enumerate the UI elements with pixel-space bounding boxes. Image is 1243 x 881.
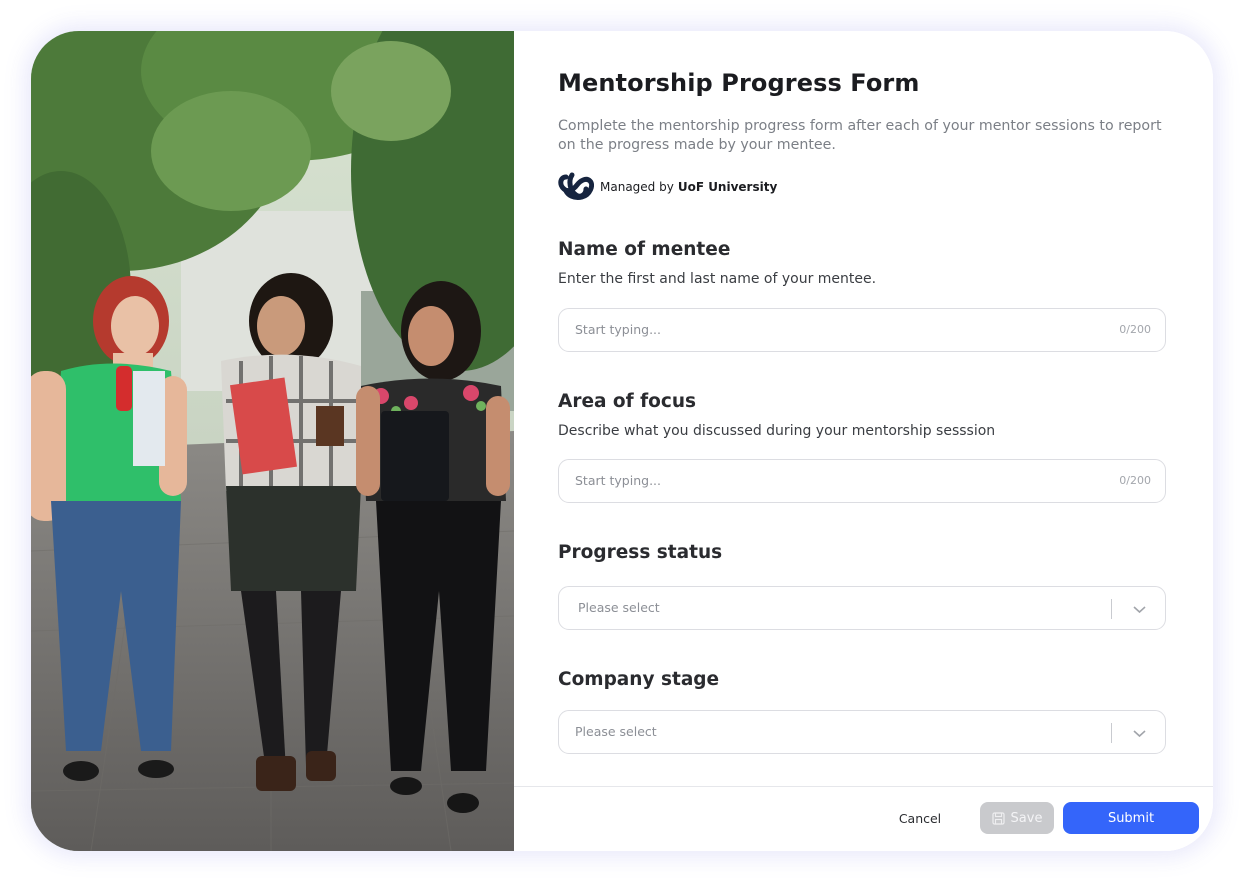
uof-logo-icon	[558, 172, 594, 200]
form-description: Complete the mentorship progress form af…	[558, 118, 1162, 153]
progress-status-placeholder: Please select	[578, 600, 660, 615]
progress-status-select[interactable]: Please select	[558, 586, 1166, 630]
area-of-focus-input[interactable]: Start typing... 0/200	[558, 459, 1166, 503]
submit-button[interactable]: Submit	[1063, 802, 1199, 834]
field-label-area-of-focus: Area of focus	[558, 391, 697, 412]
mentee-name-counter: 0/200	[1119, 323, 1151, 336]
select-divider	[1111, 723, 1112, 743]
cancel-button[interactable]: Cancel	[892, 802, 948, 834]
hero-photo	[31, 31, 514, 851]
area-of-focus-placeholder: Start typing...	[575, 473, 661, 488]
chevron-down-icon[interactable]	[1132, 602, 1147, 617]
floppy-disk-icon	[991, 811, 1005, 825]
field-label-company-stage: Company stage	[558, 669, 720, 690]
company-stage-select[interactable]: Please select	[558, 710, 1166, 754]
managed-by-org: UoF University	[677, 180, 778, 194]
page: Mentorship Progress Form Complete the me…	[0, 0, 1243, 881]
managed-by-prefix: Managed by	[600, 180, 674, 194]
save-button[interactable]: Save	[980, 802, 1054, 834]
form-card: Mentorship Progress Form Complete the me…	[31, 31, 1213, 851]
chevron-down-icon[interactable]	[1132, 726, 1147, 741]
company-stage-placeholder: Please select	[575, 724, 657, 739]
managed-by: Managed by UoF University	[558, 171, 777, 203]
area-of-focus-counter: 0/200	[1119, 474, 1151, 487]
field-label-mentee-name: Name of mentee	[558, 239, 731, 260]
field-label-progress-status: Progress status	[558, 542, 723, 563]
save-button-label: Save	[1010, 810, 1043, 826]
page-title: Mentorship Progress Form	[558, 69, 920, 97]
form-footer: Cancel Save Submit	[514, 786, 1213, 851]
select-divider	[1111, 599, 1112, 619]
form-panel: Mentorship Progress Form Complete the me…	[514, 31, 1213, 851]
field-help-mentee-name: Enter the first and last name of your me…	[558, 271, 877, 287]
mentee-name-input[interactable]: Start typing... 0/200	[558, 308, 1166, 352]
field-help-area-of-focus: Describe what you discussed during your …	[558, 423, 996, 439]
mentee-name-placeholder: Start typing...	[575, 322, 661, 337]
